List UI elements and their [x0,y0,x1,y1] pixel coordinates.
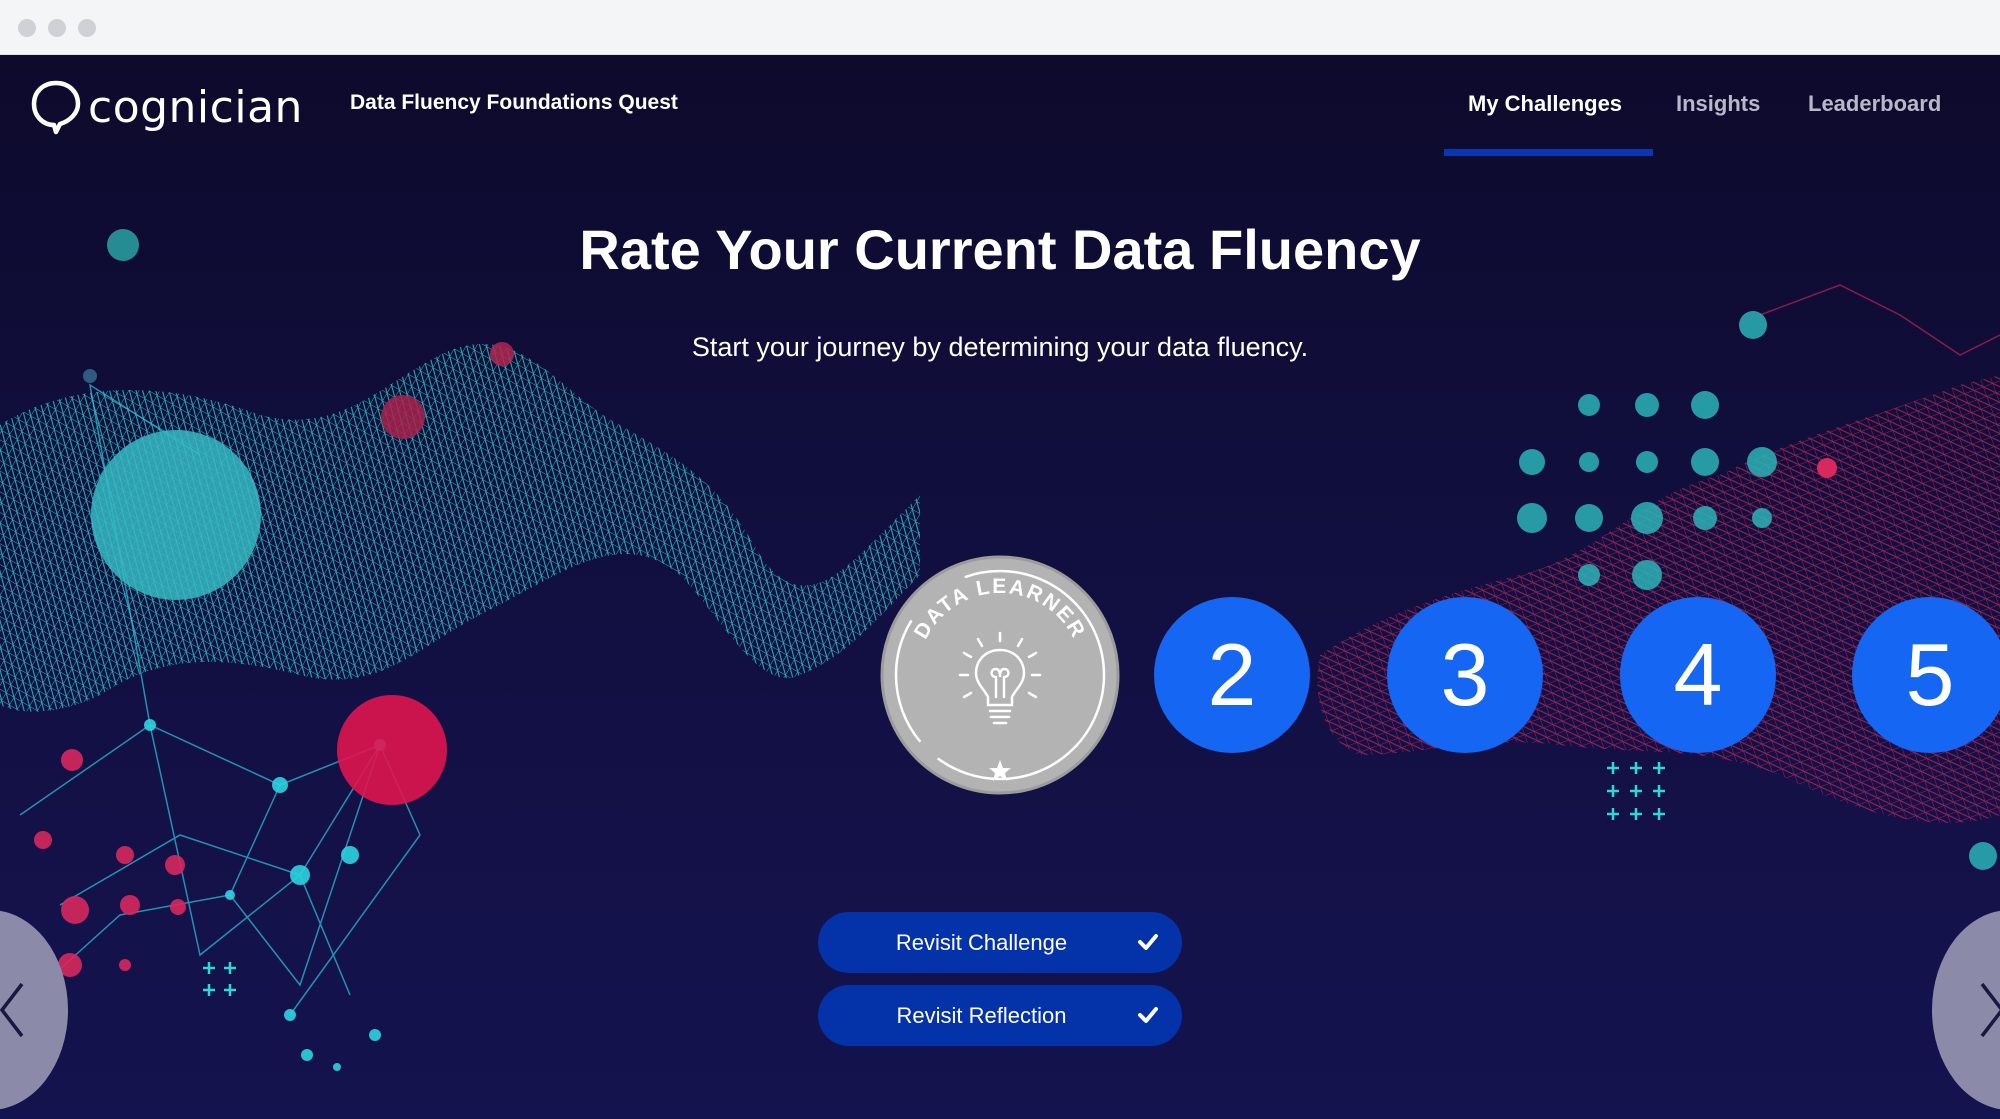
data-learner-badge[interactable]: DATA LEARNER [880,555,1120,795]
check-icon [1138,934,1158,950]
browser-chrome [0,0,2000,55]
speech-bubble-icon [31,80,81,135]
page: cognician Data Fluency Foundations Quest… [0,55,2000,1119]
page-subtitle: Start your journey by determining your d… [691,332,1309,362]
nav-my-challenges[interactable]: My Challenges [1468,91,1622,117]
check-icon [1138,1007,1158,1023]
revisit-challenge-button[interactable]: Revisit Challenge [818,912,1182,973]
chevron-left-icon [0,982,24,1038]
revisit-reflection-label: Revisit Reflection [896,1002,1067,1028]
top-nav: cognician Data Fluency Foundations Quest… [0,55,2000,165]
quest-title: Data Fluency Foundations Quest [350,91,678,114]
window-close-button[interactable] [18,19,36,37]
cognician-logo[interactable]: cognician [30,79,303,135]
window-minimize-button[interactable] [48,19,66,37]
level-3-button[interactable]: 3 [1387,597,1543,753]
revisit-reflection-button[interactable]: Revisit Reflection [818,985,1182,1046]
level-4-button[interactable]: 4 [1620,597,1776,753]
revisit-challenge-label: Revisit Challenge [895,929,1068,955]
level-2-button[interactable]: 2 [1154,597,1310,753]
chevron-right-icon [1980,982,2000,1038]
window-maximize-button[interactable] [78,19,96,37]
level-5-button[interactable]: 5 [1852,597,2000,753]
page-title: Rate Your Current Data Fluency [579,218,1421,281]
logo-text: cognician [88,81,303,133]
nav-leaderboard[interactable]: Leaderboard [1808,91,1941,117]
nav-insights[interactable]: Insights [1676,91,1760,117]
active-tab-indicator [1444,149,1653,156]
pink-wave [1317,375,2000,823]
